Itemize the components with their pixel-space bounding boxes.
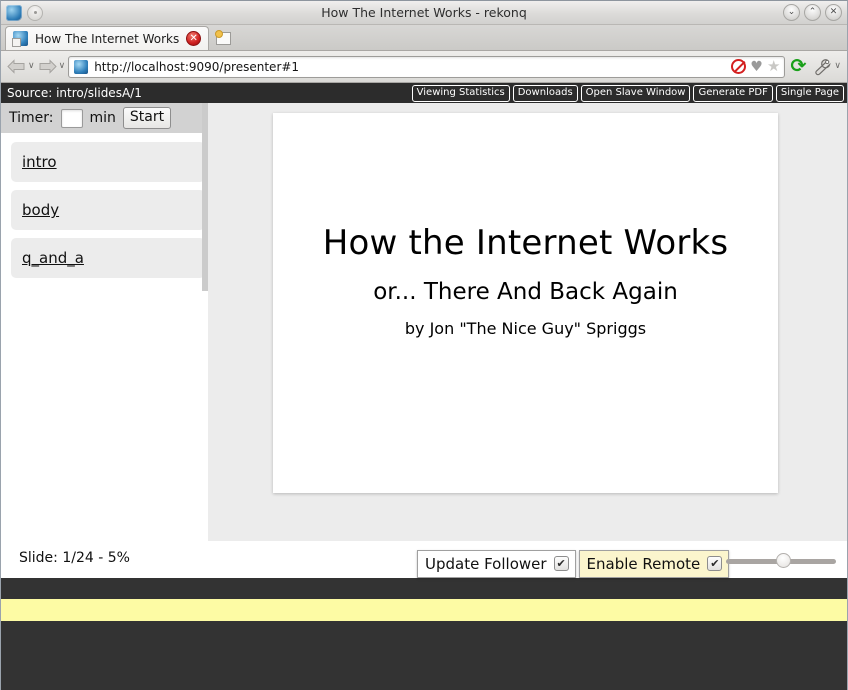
close-icon[interactable]: ✕ [186,31,202,46]
minimize-button[interactable]: ⌄ [783,4,800,21]
tab-label: How The Internet Works [35,31,180,46]
back-arrow-icon [7,58,26,75]
forward-dropdown-icon[interactable]: ∨ [59,62,66,71]
update-follower-checkbox[interactable]: ✔ [553,556,569,571]
sidebar-item-label: q_and_a [22,249,84,267]
tools-dropdown-icon[interactable]: ∨ [834,62,841,71]
slide-preview[interactable]: How the Internet Works or... There And B… [273,113,778,493]
footer-dark-bar-bottom [1,621,847,690]
tab-bar: How The Internet Works ✕ [1,25,847,51]
source-bar-buttons: Viewing Statistics Downloads Open Slave … [411,84,844,102]
forward-arrow-icon [38,58,57,75]
close-button[interactable]: ✕ [825,4,842,21]
slide-stage: How the Internet Works or... There And B… [208,103,847,541]
slide-author: by Jon "The Nice Guy" Spriggs [404,319,647,338]
open-slave-window-button[interactable]: Open Slave Window [580,84,691,102]
timer-row: Timer: min Start [1,103,208,133]
sidebar-item-label: intro [22,153,57,171]
presenter-sidebar: Timer: min Start intro body q_and_a [1,103,208,541]
window-buttons: ⌄ ⌃ ✕ [783,4,842,21]
sidebar-item-intro[interactable]: intro [11,142,205,182]
window-title: How The Internet Works - rekonq [321,5,527,20]
heart-icon[interactable]: ♥ [750,60,763,74]
slide-section-list: intro body q_and_a [1,133,208,286]
back-dropdown-icon[interactable]: ∨ [28,62,35,71]
start-button[interactable]: Start [122,107,172,129]
zoom-slider-thumb[interactable] [776,553,791,568]
maximize-button[interactable]: ⌃ [804,4,821,21]
viewing-statistics-button[interactable]: Viewing Statistics [411,84,510,102]
wrench-icon[interactable]: ∨ [811,57,841,77]
tab-how-the-internet-works[interactable]: How The Internet Works ✕ [5,26,210,50]
timer-unit-label: min [89,110,116,126]
toggle-group: Update Follower ✔ Enable Remote ✔ [417,550,730,578]
footer-dark-bar-top [1,578,847,599]
star-icon[interactable]: ★ [767,59,780,74]
title-bar-left-controls [1,4,43,21]
page-content: Timer: min Start intro body q_and_a How … [1,103,847,541]
address-bar-icons: ♥ ★ [731,59,780,74]
source-label: Source: intro/slidesA/1 [7,86,142,100]
slide-subtitle: or... There And Back Again [373,279,678,305]
site-favicon-icon [74,59,89,74]
source-bar: Source: intro/slidesA/1 Viewing Statisti… [1,83,847,103]
update-follower-toggle[interactable]: Update Follower ✔ [417,550,576,578]
url-input[interactable]: http://localhost:9090/presenter#1 [94,60,725,74]
slide-title: How the Internet Works [322,223,729,263]
timer-input[interactable] [60,108,83,128]
zoom-slider[interactable] [726,553,836,568]
single-page-button[interactable]: Single Page [775,84,844,102]
new-tab-icon[interactable] [213,28,234,49]
footer-region [1,578,847,690]
adblock-icon[interactable] [731,59,747,74]
enable-remote-label: Enable Remote [586,554,701,573]
update-follower-label: Update Follower [425,554,547,573]
forward-button[interactable]: ∨ [38,58,66,75]
sidebar-item-label: body [22,201,60,219]
window-title-bar: How The Internet Works - rekonq ⌄ ⌃ ✕ [1,1,847,25]
footer-highlight-bar [1,599,847,621]
slide-counter: Slide: 1/24 - 5% [19,550,130,566]
enable-remote-checkbox[interactable]: ✔ [707,556,723,571]
sidebar-item-q-and-a[interactable]: q_and_a [11,238,205,278]
navigation-toolbar: ∨ ∨ http://localhost:9090/presenter#1 ♥ … [1,51,847,83]
generate-pdf-button[interactable]: Generate PDF [693,84,773,102]
browser-window: How The Internet Works - rekonq ⌄ ⌃ ✕ Ho… [0,0,848,690]
rekonq-icon [6,4,22,21]
back-button[interactable]: ∨ [7,58,35,75]
sidebar-item-body[interactable]: body [11,190,205,230]
downloads-button[interactable]: Downloads [512,84,578,102]
presenter-controls-bar: Slide: 1/24 - 5% Update Follower ✔ Enabl… [1,541,847,578]
address-bar[interactable]: http://localhost:9090/presenter#1 ♥ ★ [68,55,786,78]
timer-label: Timer: [9,110,54,126]
reload-icon[interactable]: ⟳ [788,57,808,77]
enable-remote-toggle[interactable]: Enable Remote ✔ [578,550,730,578]
window-menu-icon[interactable] [27,4,43,21]
page-favicon-icon [12,31,28,47]
